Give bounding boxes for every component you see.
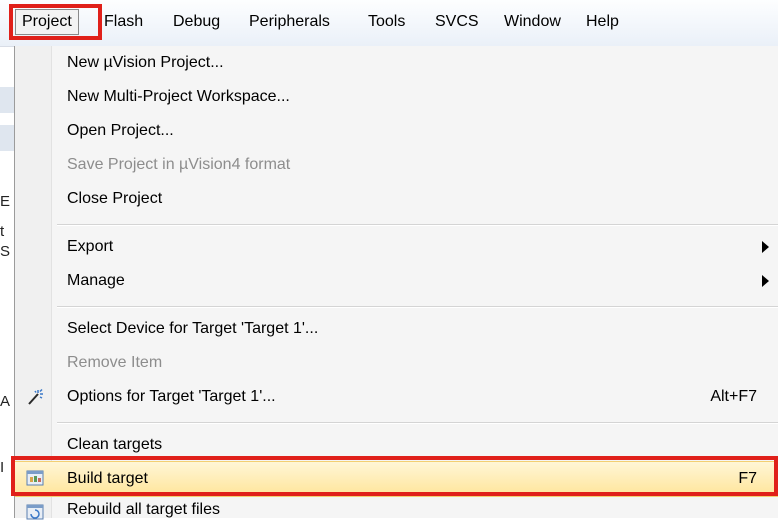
menu-item-label: New Multi-Project Workspace... bbox=[67, 88, 290, 105]
menu-item-manage[interactable]: Manage bbox=[15, 264, 778, 298]
menu-separator bbox=[57, 224, 778, 226]
background-toolbar-strip bbox=[0, 87, 14, 113]
menu-item-label: Select Device for Target 'Target 1'... bbox=[67, 320, 319, 337]
menu-item-label: Options for Target 'Target 1'... bbox=[67, 388, 276, 405]
menu-tools[interactable]: Tools bbox=[362, 9, 411, 35]
menu-help[interactable]: Help bbox=[580, 9, 625, 35]
menu-item-save-project-uvision4: Save Project in µVision4 format bbox=[15, 148, 778, 182]
rebuild-all-icon bbox=[26, 504, 44, 520]
menu-item-label: New µVision Project... bbox=[67, 54, 224, 71]
menu-item-rebuild-all[interactable]: Rebuild all target files bbox=[15, 497, 778, 531]
menu-item-new-project[interactable]: New µVision Project... bbox=[15, 46, 778, 80]
menu-item-label: Close Project bbox=[67, 190, 163, 207]
menu-bar: Project Flash Debug Peripherals Tools SV… bbox=[0, 0, 778, 47]
menu-item-select-device[interactable]: Select Device for Target 'Target 1'... bbox=[15, 312, 778, 346]
annotation-highlight-project bbox=[9, 4, 102, 40]
menu-window[interactable]: Window bbox=[498, 9, 567, 35]
submenu-arrow-icon bbox=[762, 241, 769, 253]
magic-wand-icon bbox=[28, 388, 43, 405]
submenu-arrow-icon bbox=[762, 275, 769, 287]
menu-item-open-project[interactable]: Open Project... bbox=[15, 114, 778, 148]
menu-peripherals[interactable]: Peripherals bbox=[243, 9, 336, 35]
project-menu-dropdown: New µVision Project... New Multi-Project… bbox=[14, 46, 778, 520]
background-text-fragment: S bbox=[0, 243, 11, 260]
menu-item-label: Save Project in µVision4 format bbox=[67, 156, 291, 173]
annotation-highlight-build-target bbox=[11, 456, 778, 496]
menu-item-label: Remove Item bbox=[67, 354, 163, 371]
menu-item-remove-item: Remove Item bbox=[15, 346, 778, 380]
menu-item-export[interactable]: Export bbox=[15, 230, 778, 264]
menu-item-label: Open Project... bbox=[67, 122, 174, 139]
menu-item-label: Export bbox=[67, 238, 114, 255]
menu-item-label: Rebuild all target files bbox=[67, 501, 220, 518]
menu-svcs[interactable]: SVCS bbox=[429, 9, 485, 35]
background-window-fragment: E t S A I bbox=[0, 47, 14, 518]
background-text-fragment: E bbox=[0, 193, 11, 210]
menu-separator bbox=[57, 306, 778, 308]
background-toolbar-strip bbox=[0, 125, 14, 151]
menu-flash[interactable]: Flash bbox=[98, 9, 149, 35]
menu-item-close-project[interactable]: Close Project bbox=[15, 182, 778, 216]
menu-item-shortcut: Alt+F7 bbox=[710, 388, 757, 405]
menu-item-options-for-target[interactable]: Options for Target 'Target 1'... Alt+F7 bbox=[15, 380, 778, 414]
menu-item-new-multi-project-workspace[interactable]: New Multi-Project Workspace... bbox=[15, 80, 778, 114]
menu-separator bbox=[57, 422, 778, 424]
menu-item-label: Manage bbox=[67, 272, 125, 289]
menu-debug[interactable]: Debug bbox=[167, 9, 226, 35]
background-text-fragment: t bbox=[0, 223, 5, 240]
background-text-fragment: A bbox=[0, 393, 11, 410]
